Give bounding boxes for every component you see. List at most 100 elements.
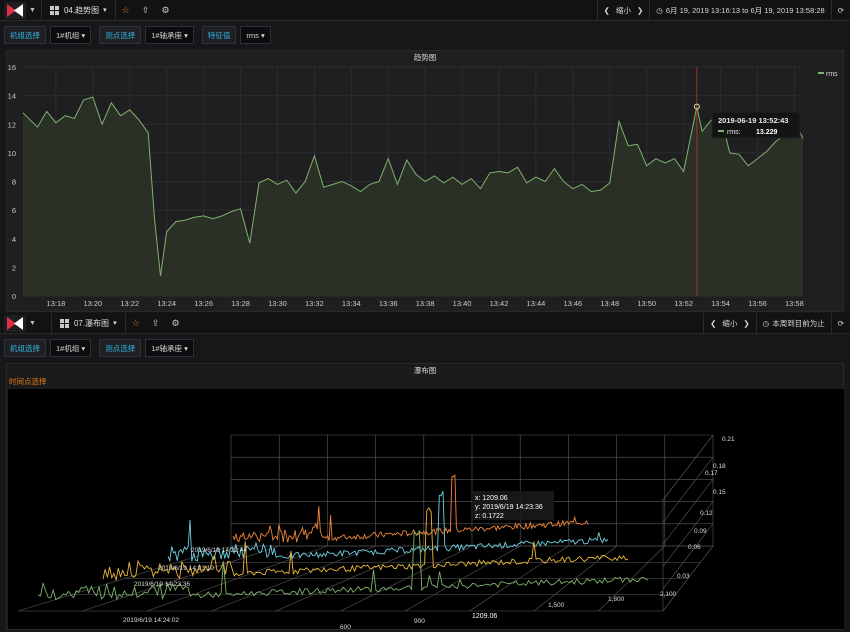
chevron-down-icon: ▾ — [103, 7, 107, 14]
unit-select[interactable]: 1#机组 ▾ — [50, 26, 92, 44]
x-tick-label: 13:40 — [453, 299, 472, 308]
dashboard-picker[interactable]: 04.趋势图 ▾ — [40, 0, 116, 21]
x-tick-label: 13:28 — [231, 299, 250, 308]
unit-select-2[interactable]: 1#机组 ▾ — [50, 339, 92, 357]
time-select-label[interactable]: 时间点选择 — [9, 376, 47, 387]
star-icon[interactable]: ☆ — [116, 0, 136, 21]
y-tick-label: 0 — [12, 292, 16, 301]
point-select-2[interactable]: 1#轴承座 ▾ — [145, 339, 194, 357]
share-icon[interactable]: ⇪ — [146, 313, 166, 334]
wf-x-label: 600 — [340, 624, 351, 629]
wf-x-pointer-label: 1209.06 — [472, 613, 497, 620]
dashboard-grid-icon — [49, 5, 59, 15]
x-tick-label: 13:38 — [416, 299, 435, 308]
app-menu-caret-2[interactable]: ▼ — [29, 320, 36, 327]
x-tick-label: 13:54 — [711, 299, 730, 308]
trend-chart[interactable]: 0246810121416 13:18 13:20 13:22 13:24 13:26 1… — [7, 65, 843, 311]
wf-x-label: 1,800 — [608, 596, 625, 603]
wf-z-label: 0.18 — [713, 463, 726, 470]
trend-area — [23, 97, 803, 296]
wf-z-label: 0.09 — [694, 528, 707, 535]
time-range-label-2: 本周到目前为止 — [772, 319, 825, 328]
x-tick-label: 13:24 — [157, 299, 176, 308]
wf-y-label: 2019/6/19 14:23:10 — [158, 565, 214, 572]
waterfall-axis-labels: 2019/6/19 14:22:44 2019/6/19 14:23:10 2019… — [123, 436, 735, 629]
gear-icon[interactable]: ⚙ — [156, 0, 176, 21]
x-tick-label: 13:22 — [120, 299, 139, 308]
wf-side-line — [662, 434, 714, 501]
trend-tooltip: 2019-06-19 13:52:43 rms: 13.229 — [711, 111, 801, 139]
x-tick-label: 13:56 — [748, 299, 767, 308]
gear-icon[interactable]: ⚙ — [166, 313, 186, 334]
wf-tooltip-z: z: 0.1722 — [475, 513, 504, 520]
feature-select[interactable]: rms ▾ — [240, 26, 271, 44]
x-tick-label: 13:36 — [379, 299, 398, 308]
point-select[interactable]: 1#轴承座 ▾ — [145, 26, 194, 44]
unit-select-label-2: 机组选择 — [4, 339, 46, 357]
y-tick-label: 4 — [12, 235, 16, 244]
time-back-icon[interactable]: ❮ — [604, 6, 610, 15]
trend-y-axis: 0 2 4 6 8 10 12 14 16 — [8, 65, 16, 301]
time-picker[interactable]: ◷ 6月 19, 2019 13:16:13 to 6月 19, 2019 13… — [649, 0, 830, 21]
feature-select-label: 特征值 — [201, 26, 237, 44]
app-logo[interactable] — [4, 1, 26, 19]
y-tick-label: 6 — [12, 206, 16, 215]
wf-z-label: 0.06 — [688, 544, 701, 551]
y-tick-label: 10 — [8, 149, 16, 158]
time-forward-icon[interactable]: ❯ — [637, 6, 643, 15]
top-navbar: ▼ 04.趋势图 ▾ ☆ ⇪ ⚙ ❮ 缩小 ❯ ◷ 6月 19, 2019 13… — [0, 0, 850, 21]
bottom-navbar: ▼ 07.瀑布图 ▾ ☆ ⇪ ⚙ ❮ 缩小 ❯ ◷ 本周到目前为止 ⟳ — [0, 312, 850, 334]
tooltip-series: rms: — [727, 129, 741, 136]
x-tick-label: 13:30 — [268, 299, 287, 308]
point-select-value-2: 1#轴承座 — [151, 343, 183, 353]
point-select-value: 1#轴承座 — [151, 30, 183, 40]
dashboard-title-2: 07.瀑布图 — [73, 318, 110, 328]
point-select-label: 测点选择 — [99, 26, 142, 44]
dashboard-grid-icon — [59, 318, 69, 328]
time-range-label: 6月 19, 2019 13:16:13 to 6月 19, 2019 13:5… — [665, 6, 825, 15]
dashboard-title: 04.趋势图 — [63, 5, 100, 15]
point-select-label-2: 测点选择 — [99, 339, 142, 357]
app-logo-2[interactable] — [4, 314, 26, 332]
wf-z-label: 0.03 — [677, 573, 690, 580]
y-tick-label: 12 — [8, 120, 16, 129]
bottom-variables-bar: 机组选择 1#机组 ▾ 测点选择 1#轴承座 ▾ — [0, 337, 850, 359]
wf-y-label: 2019/6/19 14:23:36 — [134, 581, 190, 588]
x-tick-label: 13:44 — [527, 299, 546, 308]
app-menu-caret[interactable]: ▼ — [29, 7, 36, 14]
waterfall-chart[interactable]: 2019/6/19 14:22:44 2019/6/19 14:23:10 2019… — [8, 389, 844, 629]
x-tick-label: 13:52 — [674, 299, 693, 308]
share-icon[interactable]: ⇪ — [136, 0, 156, 21]
time-forward-icon[interactable]: ❯ — [743, 319, 749, 328]
dashboard-picker-2[interactable]: 07.瀑布图 ▾ — [50, 312, 126, 334]
time-picker-2[interactable]: ◷ 本周到目前为止 — [755, 313, 831, 334]
chevron-down-icon: ▾ — [113, 320, 117, 327]
x-tick-label: 13:58 — [785, 299, 804, 308]
wf-x-label: 2,100 — [660, 591, 677, 598]
y-tick-label: 2 — [12, 263, 16, 272]
wf-z-label: 0.21 — [722, 436, 735, 443]
wf-z-label: 0.12 — [700, 510, 713, 517]
zoom-out-button-2[interactable]: 缩小 — [722, 318, 737, 329]
top-variables-bar: 机组选择 1#机组 ▾ 测点选择 1#轴承座 ▾ 特征值 rms ▾ — [0, 24, 850, 46]
waterfall-3d-grid — [17, 434, 714, 612]
wf-tooltip-y: y: 2019/6/19 14:23:36 — [475, 504, 543, 511]
x-tick-label: 13:32 — [305, 299, 324, 308]
x-tick-label: 13:18 — [47, 299, 66, 308]
y-tick-label: 8 — [12, 178, 16, 187]
star-icon[interactable]: ☆ — [126, 313, 146, 334]
time-back-icon[interactable]: ❮ — [710, 319, 716, 328]
unit-select-label: 机组选择 — [4, 26, 46, 44]
clock-icon: ◷ — [656, 6, 663, 15]
trend-panel-title[interactable]: 趋势图 — [7, 51, 843, 65]
waterfall-panel-title[interactable]: 瀑布图 — [7, 364, 843, 378]
zoom-out-button[interactable]: 缩小 — [616, 5, 631, 16]
feature-select-value: rms — [246, 30, 259, 40]
y-tick-label: 16 — [8, 65, 16, 72]
trend-legend[interactable]: rms — [818, 71, 838, 78]
refresh-icon[interactable]: ⟳ — [830, 313, 850, 334]
refresh-icon[interactable]: ⟳ — [830, 0, 850, 21]
legend-label: rms — [826, 71, 838, 78]
wf-z-label: 0.15 — [713, 489, 726, 496]
waterfall-series — [37, 473, 649, 601]
